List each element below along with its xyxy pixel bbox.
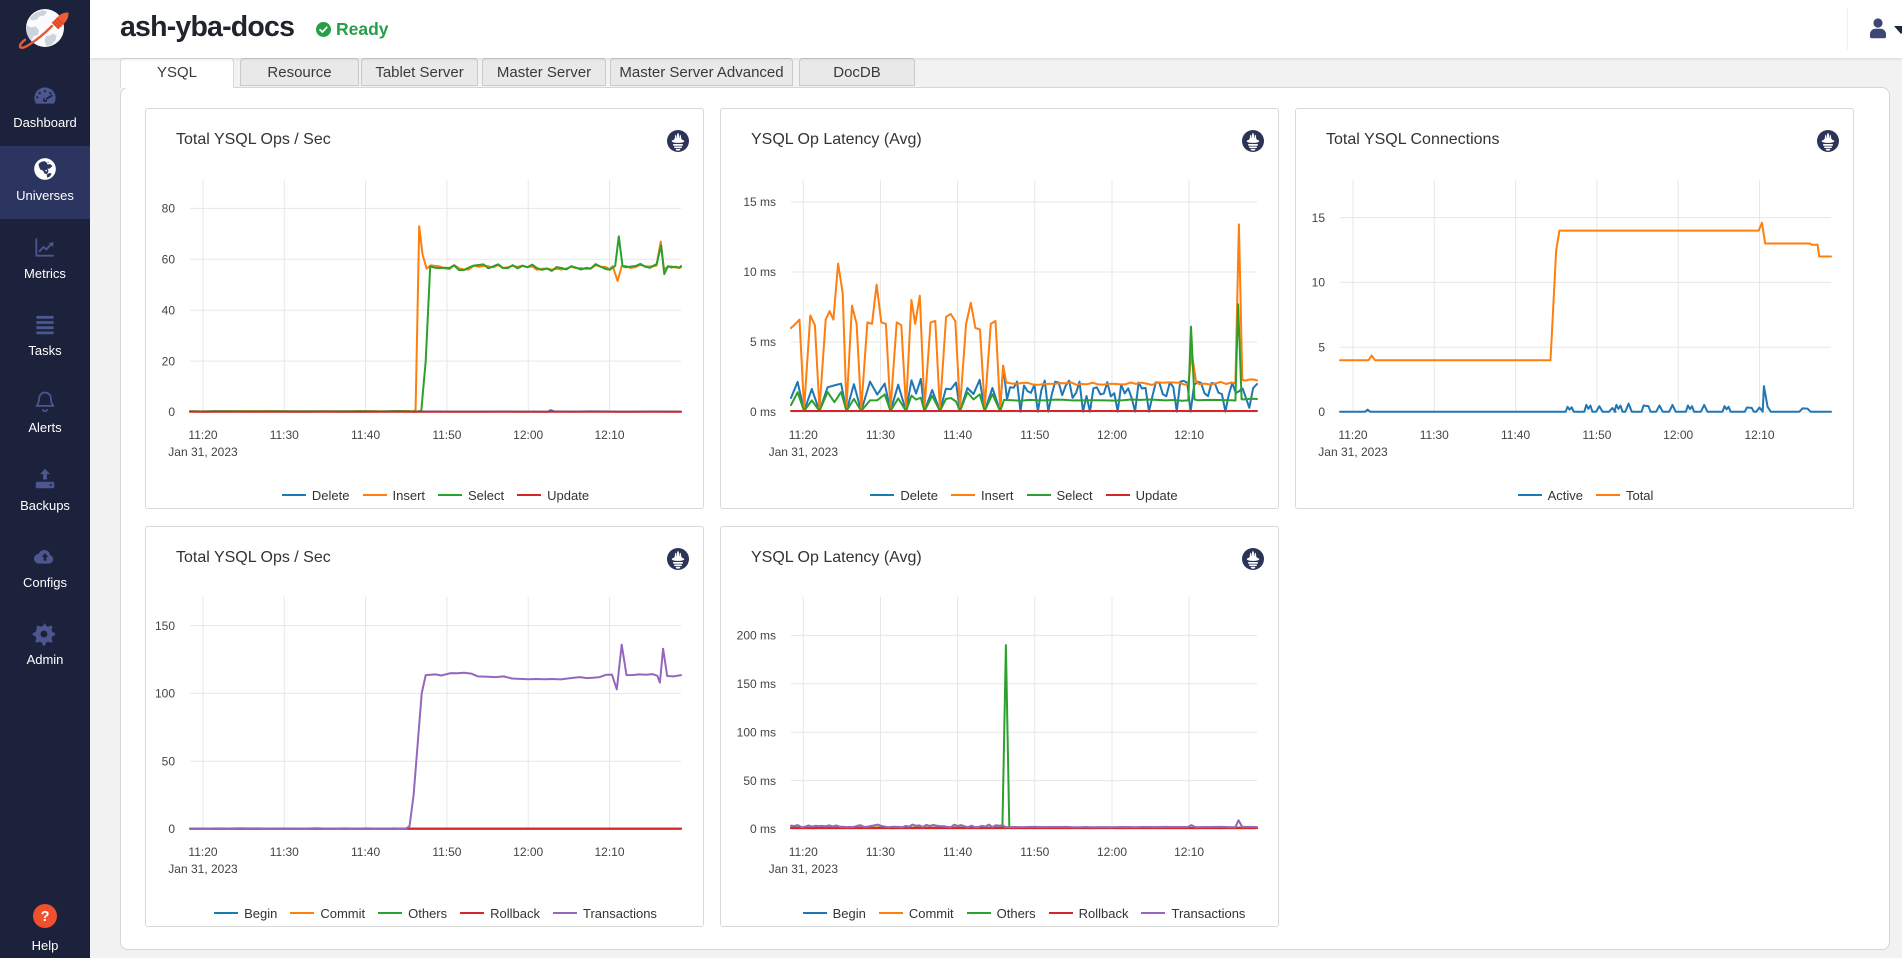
svg-text:11:50: 11:50	[432, 845, 461, 859]
svg-text:200 ms: 200 ms	[737, 629, 776, 643]
svg-text:5 ms: 5 ms	[750, 335, 776, 349]
svg-text:15 ms: 15 ms	[743, 195, 776, 209]
svg-text:Jan 31, 2023: Jan 31, 2023	[168, 862, 238, 876]
svg-text:0 ms: 0 ms	[750, 405, 776, 419]
svg-text:Jan 31, 2023: Jan 31, 2023	[769, 862, 839, 876]
svg-text:12:10: 12:10	[594, 428, 624, 442]
svg-text:12:00: 12:00	[1097, 428, 1127, 442]
svg-text:150 ms: 150 ms	[737, 677, 776, 691]
svg-text:0 ms: 0 ms	[750, 822, 776, 836]
svg-text:11:30: 11:30	[1420, 428, 1449, 442]
svg-text:11:30: 11:30	[866, 428, 895, 442]
svg-text:11:20: 11:20	[1338, 428, 1367, 442]
svg-text:11:20: 11:20	[188, 845, 217, 859]
svg-text:12:10: 12:10	[1744, 428, 1774, 442]
svg-text:20: 20	[162, 354, 176, 368]
svg-text:?: ?	[41, 909, 50, 925]
svg-text:11:50: 11:50	[1020, 428, 1049, 442]
svg-text:5: 5	[1318, 340, 1325, 354]
svg-text:15: 15	[1312, 211, 1326, 225]
svg-text:12:10: 12:10	[594, 845, 624, 859]
svg-text:11:30: 11:30	[270, 845, 299, 859]
svg-text:11:20: 11:20	[188, 428, 217, 442]
svg-text:100 ms: 100 ms	[737, 725, 776, 739]
svg-text:50: 50	[162, 754, 176, 768]
svg-text:11:20: 11:20	[789, 845, 818, 859]
svg-text:Jan 31, 2023: Jan 31, 2023	[1318, 445, 1388, 459]
svg-text:12:00: 12:00	[1663, 428, 1693, 442]
svg-text:Jan 31, 2023: Jan 31, 2023	[769, 445, 839, 459]
svg-text:10 ms: 10 ms	[743, 265, 776, 279]
svg-text:12:00: 12:00	[513, 428, 543, 442]
svg-text:100: 100	[155, 687, 175, 701]
svg-text:Jan 31, 2023: Jan 31, 2023	[168, 445, 238, 459]
svg-text:11:30: 11:30	[270, 428, 299, 442]
svg-text:11:50: 11:50	[1582, 428, 1611, 442]
svg-text:11:20: 11:20	[789, 428, 818, 442]
svg-text:80: 80	[162, 202, 176, 216]
svg-text:11:40: 11:40	[351, 428, 380, 442]
svg-text:11:50: 11:50	[432, 428, 461, 442]
svg-text:50 ms: 50 ms	[743, 774, 776, 788]
svg-text:11:40: 11:40	[943, 845, 972, 859]
svg-text:11:30: 11:30	[866, 845, 895, 859]
svg-text:11:40: 11:40	[943, 428, 972, 442]
svg-text:40: 40	[162, 303, 176, 317]
svg-text:0: 0	[168, 822, 175, 836]
svg-text:150: 150	[155, 619, 175, 633]
svg-text:12:10: 12:10	[1174, 428, 1204, 442]
svg-text:0: 0	[168, 405, 175, 419]
svg-text:0: 0	[1318, 405, 1325, 419]
svg-text:11:40: 11:40	[1501, 428, 1530, 442]
svg-text:60: 60	[162, 253, 176, 267]
svg-text:11:40: 11:40	[351, 845, 380, 859]
svg-text:11:50: 11:50	[1020, 845, 1049, 859]
svg-text:12:10: 12:10	[1174, 845, 1204, 859]
svg-text:12:00: 12:00	[513, 845, 543, 859]
svg-text:12:00: 12:00	[1097, 845, 1127, 859]
svg-text:10: 10	[1312, 276, 1326, 290]
